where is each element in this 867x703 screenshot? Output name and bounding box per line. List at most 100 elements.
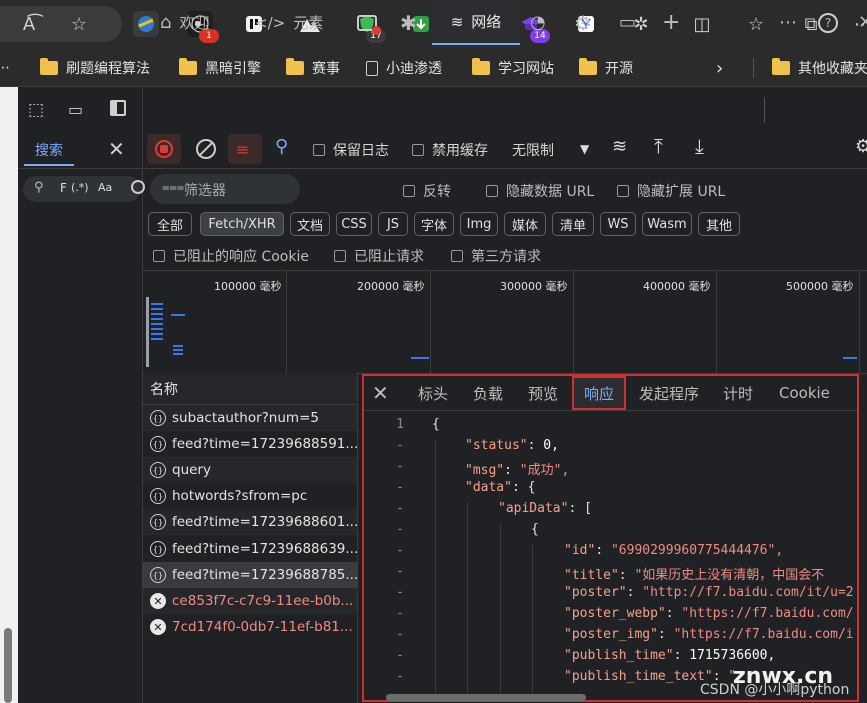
request-row[interactable]: {} feed?time=17239688591... [143, 431, 357, 457]
favorites-icon[interactable]: ☆ [743, 11, 769, 37]
device-emulation-icon[interactable]: ▭ [68, 100, 83, 119]
tab-performance[interactable]: ◔ [530, 0, 546, 45]
line-number: - [396, 585, 404, 600]
type-chip-other[interactable]: 其他 [698, 212, 740, 236]
tab-response[interactable]: 响应 [572, 376, 627, 410]
tab-initiator[interactable]: 发起程序 [639, 376, 699, 410]
filter-icon: ⩶ [162, 180, 185, 195]
network-settings-icon[interactable]: ⚙ [855, 136, 867, 157]
hide-extension-urls-checkbox[interactable]: 隐藏扩展 URL [617, 181, 725, 201]
tab-payload[interactable]: 负载 [473, 376, 503, 410]
tab-cookies[interactable]: Cookie [779, 376, 830, 410]
request-row[interactable]: {} hotwords?sfrom=pc [143, 483, 357, 509]
type-chip-manifest[interactable]: 清单 [552, 212, 594, 236]
help-button[interactable]: ? [818, 0, 838, 45]
filter-input[interactable]: ⩶ 筛选器 [150, 174, 300, 204]
tab-sources[interactable]: ✱ [400, 0, 417, 45]
request-row[interactable]: {} query [143, 457, 357, 483]
tab-network[interactable]: ≋ 网络 [432, 0, 520, 45]
record-button[interactable] [147, 134, 181, 164]
add-tab-button[interactable]: + [662, 0, 680, 45]
favorite-star-icon[interactable]: ☆ [66, 11, 92, 37]
tab-console[interactable] [357, 0, 381, 45]
tab-elements[interactable]: </> 元素 [255, 0, 323, 45]
request-row[interactable]: {} feed?time=17239688601... [143, 509, 357, 535]
close-icon[interactable]: ✕ [108, 137, 125, 161]
bookmark-folder[interactable]: 黑暗引擎 [179, 58, 261, 78]
bookmark-page[interactable]: 小迪渗透 [366, 58, 442, 78]
extension-globe-icon[interactable] [133, 11, 159, 37]
request-row[interactable]: {} subactauthor?num=5 [143, 405, 357, 431]
type-chip-all[interactable]: 全部 [148, 212, 192, 236]
chevron-right-icon[interactable]: › [716, 58, 723, 79]
code-line: "publish_time": 1715736600, [564, 648, 776, 663]
request-name: feed?time=17239688601... [172, 514, 357, 530]
tab-timing[interactable]: 计时 [723, 376, 753, 410]
request-row[interactable]: ✕ ce853f7c-c7c9-11ee-b0b... [143, 588, 357, 614]
match-case-toggle[interactable]: Aa [98, 181, 112, 194]
type-chip-fetch-xhr[interactable]: Fetch/XHR [200, 212, 284, 236]
preserve-log-checkbox[interactable]: 保留日志 [313, 140, 389, 160]
more-tools-button[interactable]: ⋯ [779, 0, 797, 45]
bookmark-label: 小迪渗透 [386, 61, 442, 77]
request-row[interactable]: {} feed?time=17239688639... [143, 536, 357, 562]
filter-toggle-button[interactable]: ≡ [228, 134, 262, 164]
blocked-cookies-checkbox[interactable]: 已阻止的响应 Cookie [153, 246, 309, 266]
request-row[interactable]: ✕ 7cd174f0-0db7-11ef-b81... [143, 614, 357, 640]
throttling-select[interactable]: 无限制 [512, 140, 554, 160]
type-chip-css[interactable]: CSS [336, 212, 372, 236]
import-har-icon[interactable]: ⤒ [654, 134, 663, 158]
gear-icon: ⚙ [574, 10, 592, 35]
type-chip-ws[interactable]: WS [600, 212, 636, 236]
read-aloud-icon[interactable]: A͡ [16, 11, 42, 37]
search-input[interactable]: ⚲ F (.*) Aa [23, 176, 141, 202]
blocked-requests-checkbox[interactable]: 已阻止请求 [334, 246, 424, 266]
split-screen-icon[interactable]: ◫ [689, 11, 715, 37]
tab-settings-panel[interactable]: ⚙ [574, 0, 592, 45]
clear-icon[interactable] [196, 139, 216, 159]
type-chip-font[interactable]: 字体 [414, 212, 454, 236]
third-party-checkbox[interactable]: 第三方请求 [451, 246, 541, 266]
bookmark-folder[interactable]: 学习网站 [472, 58, 554, 78]
tab-headers[interactable]: 标头 [418, 376, 448, 410]
horizontal-scrollbar[interactable] [386, 694, 586, 701]
close-details-icon[interactable]: ✕ [372, 376, 389, 410]
network-conditions-icon[interactable]: ≋ [612, 136, 627, 157]
bookmark-folder[interactable]: 赛事 [286, 58, 340, 78]
timeline-selection-handle[interactable] [146, 297, 149, 367]
network-overview-timeline[interactable]: 100000 毫秒 200000 毫秒 300000 毫秒 400000 毫秒 … [143, 270, 867, 374]
hide-data-urls-checkbox[interactable]: 隐藏数据 URL [486, 181, 594, 201]
code-brackets-icon: </> [255, 13, 286, 32]
refresh-icon[interactable] [131, 180, 145, 194]
scrollbar-thumb[interactable] [4, 628, 12, 703]
type-chip-img[interactable]: Img [460, 212, 498, 236]
export-har-icon[interactable]: ⤓ [695, 134, 704, 158]
bookmarks-overflow-icon[interactable]: ⋯ [0, 58, 10, 78]
line-number: - [396, 480, 404, 495]
regex-toggle[interactable]: (.*) [71, 181, 89, 194]
invert-checkbox[interactable]: 反转 [403, 181, 451, 201]
bookmark-label: 黑暗引擎 [205, 61, 261, 77]
inspect-element-icon[interactable]: ⬚ [28, 100, 44, 120]
tab-application[interactable]: ▭ [619, 0, 636, 45]
request-list-header[interactable]: 名称 [143, 373, 357, 405]
dropdown-arrow-icon[interactable]: ▼ [580, 142, 589, 156]
disable-cache-checkbox[interactable]: 禁用缓存 [412, 140, 488, 160]
tab-preview[interactable]: 预览 [528, 376, 558, 410]
timeline-divider [573, 271, 574, 373]
folder-icon [579, 58, 597, 75]
search-icon[interactable]: ⚲ [275, 136, 288, 157]
bookmark-folder[interactable]: 开源 [579, 58, 633, 78]
search-tab[interactable]: 搜索 [24, 136, 74, 166]
type-chip-wasm[interactable]: Wasm [642, 212, 692, 236]
close-devtools-button[interactable]: ✕ [858, 0, 867, 45]
type-chip-doc[interactable]: 文档 [290, 212, 330, 236]
plus-icon: + [662, 10, 681, 35]
type-chip-js[interactable]: JS [378, 212, 408, 236]
bookmark-folder[interactable]: 其他收藏夹 [772, 58, 867, 78]
tab-welcome[interactable]: ⌂ 欢迎 [160, 0, 209, 45]
dock-panel-icon[interactable] [110, 100, 126, 116]
request-row-selected[interactable]: {} feed?time=17239688785... [143, 562, 357, 588]
type-chip-media[interactable]: 媒体 [504, 212, 546, 236]
bookmark-folder[interactable]: 刷题编程算法 [40, 58, 150, 78]
